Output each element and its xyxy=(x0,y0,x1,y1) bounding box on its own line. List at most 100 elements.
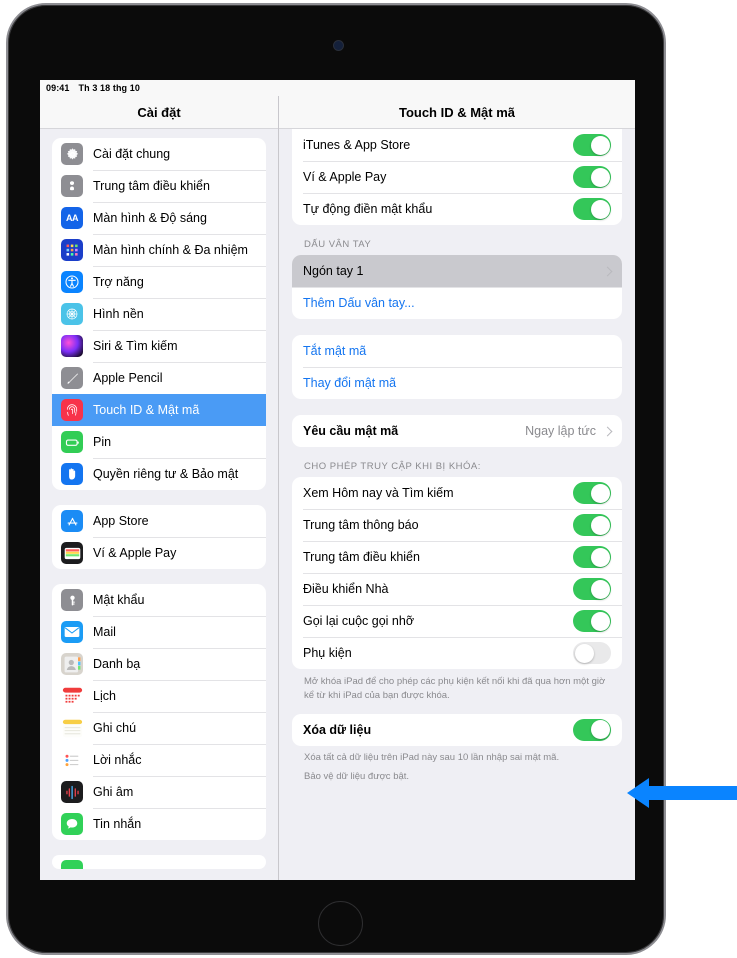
sidebar-item-label: Touch ID & Mật mã xyxy=(93,403,200,417)
sidebar-item-label: Quyền riêng tư & Bảo mật xyxy=(93,467,239,481)
sidebar-scroll-area[interactable]: Cài đặt chung Trung tâm điều khiển AA Màn h… xyxy=(40,129,278,880)
apple-pencil-icon xyxy=(61,367,83,389)
ipad-device-frame: 09:41 Th 3 18 thg 10 Cài đặt Cài đặt chu… xyxy=(6,3,666,955)
annotation-arrow-icon xyxy=(627,778,737,808)
locked-access-row[interactable]: Xem Hôm nay và Tìm kiếm xyxy=(292,477,622,509)
sidebar-item-l-ch[interactable]: Lịch xyxy=(52,680,266,712)
sidebar-item-label: Cài đặt chung xyxy=(93,147,171,161)
sidebar-item-label: Màn hình chính & Đa nhiệm xyxy=(93,243,248,257)
battery-icon xyxy=(61,431,83,453)
row-label: Phụ kiện xyxy=(303,646,352,660)
touchid-use-row[interactable]: Ví & Apple Pay xyxy=(292,161,622,193)
require-passcode-row[interactable]: Yêu cầu mật mã Ngay lập tức xyxy=(292,415,622,447)
row-label: Trung tâm điều khiển xyxy=(303,550,420,564)
row-label: Thêm Dấu vân tay... xyxy=(303,296,415,310)
locked-access-row[interactable]: Phụ kiện xyxy=(292,637,622,669)
sidebar-item-ghi-m[interactable]: Ghi âm xyxy=(52,776,266,808)
wallpaper-icon xyxy=(61,303,83,325)
detail-pane-title: Touch ID & Mật mã xyxy=(279,96,635,129)
fingerprint-row[interactable]: Thêm Dấu vân tay... xyxy=(292,287,622,319)
sidebar-item-label: App Store xyxy=(93,514,149,528)
sidebar-item-h-nh-n-n[interactable]: Hình nền xyxy=(52,298,266,330)
sidebar-item-label: Lời nhắc xyxy=(93,753,142,767)
sidebar-item-app-store[interactable]: App Store xyxy=(52,505,266,537)
toggle-locked-access-row[interactable] xyxy=(573,482,611,504)
status-bar-time: 09:41 xyxy=(46,83,70,93)
sidebar-item-touch-id-m-t-m[interactable]: Touch ID & Mật mã xyxy=(52,394,266,426)
sidebar-item-partial[interactable] xyxy=(52,855,266,869)
row-label: Xóa dữ liệu xyxy=(303,722,372,737)
wallet-icon xyxy=(61,542,83,564)
sidebar-item-mail[interactable]: Mail xyxy=(52,616,266,648)
sidebar-item-quy-n-ri-ng-t-b-o-m-t[interactable]: Quyền riêng tư & Bảo mật xyxy=(52,458,266,490)
sidebar-item-m-n-h-nh-s-ng[interactable]: AA Màn hình & Độ sáng xyxy=(52,202,266,234)
sidebar-item-siri-t-m-ki-m[interactable]: Siri & Tìm kiếm xyxy=(52,330,266,362)
locked-access-row[interactable]: Trung tâm điều khiển xyxy=(292,541,622,573)
row-label: Điều khiển Nhà xyxy=(303,582,389,596)
toggle-touchid-use-row[interactable] xyxy=(573,166,611,188)
sidebar-item-danh-b[interactable]: Danh bạ xyxy=(52,648,266,680)
sidebar-item-trung-t-m-i-u-khi-n[interactable]: Trung tâm điều khiển xyxy=(52,170,266,202)
settings-group: Tắt mật mã Thay đổi mật mã xyxy=(292,335,622,399)
sidebar-item-l-i-nh-c[interactable]: Lời nhắc xyxy=(52,744,266,776)
sidebar-item-label: Ghi chú xyxy=(93,721,137,735)
sidebar-item-label: Pin xyxy=(93,435,112,449)
reminders-icon xyxy=(61,749,83,771)
locked-access-row[interactable]: Trung tâm thông báo xyxy=(292,509,622,541)
row-value: Ngay lập tức xyxy=(525,424,596,438)
sidebar-item-m-t-kh-u[interactable]: Mật khẩu xyxy=(52,584,266,616)
sidebar-item-label: Lịch xyxy=(93,689,116,703)
settings-group: Yêu cầu mật mã Ngay lập tức xyxy=(292,415,622,447)
sidebar-item-apple-pencil[interactable]: Apple Pencil xyxy=(52,362,266,394)
toggle-touchid-use-row[interactable] xyxy=(573,134,611,156)
erase-data-row[interactable]: Xóa dữ liệu xyxy=(292,714,622,746)
passcode-action-row[interactable]: Tắt mật mã xyxy=(292,335,622,367)
toggle-locked-access-row[interactable] xyxy=(573,546,611,568)
gear-icon xyxy=(61,143,83,165)
toggle-locked-access-row[interactable] xyxy=(573,610,611,632)
sidebar-item-v-apple-pay[interactable]: Ví & Apple Pay xyxy=(52,537,266,569)
toggle-locked-access-row[interactable] xyxy=(573,578,611,600)
messages-icon xyxy=(61,813,83,835)
sidebar-item-m-n-h-nh-ch-nh-a-nhi-m[interactable]: Màn hình chính & Đa nhiệm xyxy=(52,234,266,266)
toggle-locked-access-row[interactable] xyxy=(573,514,611,536)
status-bar: 09:41 Th 3 18 thg 10 xyxy=(40,80,635,96)
sidebar-item-label: Apple Pencil xyxy=(93,371,163,385)
sidebar-item-ghi-ch[interactable]: Ghi chú xyxy=(52,712,266,744)
row-label: Tự động điền mật khẩu xyxy=(303,202,433,216)
sidebar-item-label: Danh bạ xyxy=(93,657,141,671)
locked-access-row[interactable]: Gọi lại cuộc gọi nhỡ xyxy=(292,605,622,637)
sidebar-item-c-i-t-chung[interactable]: Cài đặt chung xyxy=(52,138,266,170)
detail-scroll-area[interactable]: iTunes & App Store Ví & Apple Pay Tự động … xyxy=(279,129,635,880)
sidebar-item-label: Trung tâm điều khiển xyxy=(93,179,210,193)
sidebar-item-label: Mail xyxy=(93,625,116,639)
locked-access-row[interactable]: Điều khiển Nhà xyxy=(292,573,622,605)
home-screen-icon xyxy=(61,239,83,261)
passcode-action-row[interactable]: Thay đổi mật mã xyxy=(292,367,622,399)
toggle-knob xyxy=(590,167,610,187)
status-bar-date: Th 3 18 thg 10 xyxy=(78,83,140,93)
fingerprint-row[interactable]: Ngón tay 1 xyxy=(292,255,622,287)
toggle-knob xyxy=(590,199,610,219)
row-label: Yêu cầu mật mã xyxy=(303,424,399,438)
sidebar-item-pin[interactable]: Pin xyxy=(52,426,266,458)
toggle-knob xyxy=(590,483,610,503)
chevron-right-icon xyxy=(602,426,613,436)
erase-footer-text-2: Bảo vệ dữ liệu được bật. xyxy=(304,771,410,783)
row-label: Trung tâm thông báo xyxy=(303,518,419,532)
display-brightness-icon: AA xyxy=(61,207,83,229)
toggle-erase-data-row[interactable] xyxy=(573,718,611,741)
settings-detail-pane: Touch ID & Mật mã iTunes & App Store Ví &… xyxy=(279,96,635,880)
touchid-use-row[interactable]: Tự động điền mật khẩu xyxy=(292,193,622,225)
sidebar-item-tr-n-ng[interactable]: Trợ năng xyxy=(52,266,266,298)
touchid-use-row[interactable]: iTunes & App Store xyxy=(292,129,622,161)
calendar-icon xyxy=(61,685,83,707)
toggle-knob xyxy=(590,611,610,631)
toggle-touchid-use-row[interactable] xyxy=(573,198,611,220)
settings-group: Ngón tay 1 Thêm Dấu vân tay... xyxy=(292,255,622,319)
sidebar-item-tin-nh-n[interactable]: Tin nhắn xyxy=(52,808,266,840)
toggle-knob xyxy=(590,579,610,599)
home-button[interactable] xyxy=(318,901,363,946)
accessories-footer-text: Mở khóa iPad để cho phép các phụ kiện kế… xyxy=(304,676,606,701)
toggle-locked-access-row[interactable] xyxy=(573,642,611,664)
